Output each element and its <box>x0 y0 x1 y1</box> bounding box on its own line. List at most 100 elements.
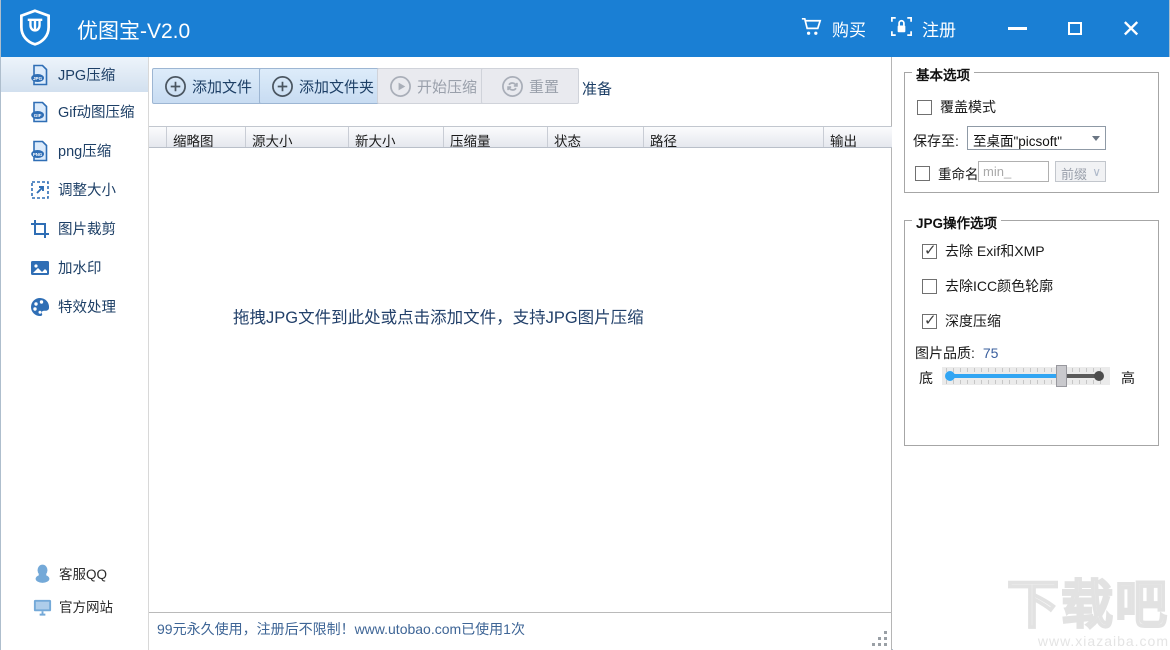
add-file-button[interactable]: 添加文件 <box>152 68 264 104</box>
column-header-source-size[interactable]: 源大小 <box>246 127 349 147</box>
sidebar-item-gif-compress[interactable]: GIF Gif动图压缩 <box>1 92 148 131</box>
deep-compress-checkbox[interactable] <box>922 314 937 329</box>
maximize-icon <box>1068 22 1082 35</box>
plus-circle-icon <box>271 75 294 98</box>
buy-label: 购买 <box>832 16 866 41</box>
rename-checkbox[interactable] <box>915 166 930 181</box>
sidebar-item-png-compress[interactable]: PNG png压缩 <box>1 131 148 170</box>
column-header-compression[interactable]: 压缩量 <box>444 127 548 147</box>
start-compress-button[interactable]: 开始压缩 <box>377 68 489 104</box>
crop-icon <box>29 218 51 240</box>
sidebar-item-official-website[interactable]: 官方网站 <box>1 590 149 622</box>
app-logo-shield-icon <box>15 8 55 48</box>
buy-button[interactable]: 购买 <box>799 0 866 57</box>
watermark-url: www.xiazaiba.com <box>1007 634 1169 648</box>
sidebar-item-label: 调整大小 <box>58 179 116 200</box>
remove-icc-label: 去除ICC颜色轮廓 <box>945 276 1053 296</box>
sidebar-item-label: 特效处理 <box>58 296 116 317</box>
slider-filled-track <box>950 374 1060 378</box>
rename-row: 重命名 <box>915 163 979 183</box>
deep-compress-row: 深度压缩 <box>922 311 1001 331</box>
sidebar-item-qq-support[interactable]: 客服QQ <box>1 557 149 589</box>
rename-mode-dropdown[interactable]: 前缀 ∨ <box>1055 161 1106 182</box>
palette-icon <box>29 296 51 318</box>
column-header-new-size[interactable]: 新大小 <box>349 127 444 147</box>
slider-low-label: 底 <box>919 368 933 388</box>
overwrite-checkbox[interactable] <box>917 100 932 115</box>
slider-handle[interactable] <box>1056 365 1067 387</box>
app-title: 优图宝-V2.0 <box>77 15 190 45</box>
minimize-icon <box>1008 27 1027 30</box>
sidebar-footer-label: 客服QQ <box>59 563 107 583</box>
slider-ticks <box>946 380 1106 384</box>
options-panel: 基本选项 覆盖模式 保存至: 至桌面"picsoft" 重命名 前缀 ∨ <box>893 57 1170 650</box>
reset-button[interactable]: 重置 <box>481 68 579 104</box>
quality-label: 图片品质: <box>915 343 975 363</box>
jpg-options-title: JPG操作选项 <box>912 212 1001 232</box>
rename-input[interactable] <box>978 161 1049 182</box>
svg-text:GIF: GIF <box>34 112 42 117</box>
start-compress-label: 开始压缩 <box>417 76 477 97</box>
maximize-button[interactable] <box>1053 0 1097 57</box>
slider-right-dot <box>1094 371 1104 381</box>
drop-zone-hint[interactable]: 拖拽JPG文件到此处或点击添加文件，支持JPG图片压缩 <box>233 304 644 328</box>
statusbar-divider <box>149 612 892 613</box>
qq-icon <box>32 563 53 584</box>
column-header-status[interactable]: 状态 <box>548 127 644 147</box>
watermark-image-icon <box>29 257 51 279</box>
slider-high-label: 高 <box>1121 368 1135 388</box>
play-circle-icon <box>389 75 412 98</box>
remove-exif-checkbox[interactable] <box>922 244 937 259</box>
register-button[interactable]: 注册 <box>889 0 956 57</box>
sidebar-footer-label: 官方网站 <box>59 596 113 616</box>
rename-label: 重命名 <box>938 163 979 183</box>
quality-value: 75 <box>983 345 999 361</box>
gif-file-icon: GIF <box>29 101 51 123</box>
main-area: 添加文件 添加文件夹 开始压缩 重置 准备 缩略图 源大小 新大小 压缩量 <box>149 57 892 650</box>
plus-circle-icon <box>164 75 187 98</box>
titlebar: 优图宝-V2.0 购买 注册 ✕ <box>1 0 1169 57</box>
slider-left-dot <box>945 371 955 381</box>
column-header-thumbnail[interactable]: 缩略图 <box>167 127 246 147</box>
add-folder-button[interactable]: 添加文件夹 <box>259 68 386 104</box>
remove-exif-label: 去除 Exif和XMP <box>945 241 1045 261</box>
remove-icc-checkbox[interactable] <box>922 279 937 294</box>
remove-exif-row: 去除 Exif和XMP <box>922 241 1045 261</box>
jpg-options-group: JPG操作选项 去除 Exif和XMP 去除ICC颜色轮廓 深度压缩 图片品质:… <box>904 220 1159 446</box>
remove-icc-row: 去除ICC颜色轮廓 <box>922 276 1053 296</box>
register-lock-icon <box>889 14 914 44</box>
column-header-output[interactable]: 输出 <box>824 127 892 147</box>
quality-slider[interactable] <box>942 367 1110 385</box>
jpg-file-icon: JPG <box>29 64 51 86</box>
basic-options-title: 基本选项 <box>912 64 974 84</box>
close-button[interactable]: ✕ <box>1105 0 1157 57</box>
chevron-down-icon: ∨ <box>1092 165 1101 179</box>
sidebar-item-label: 加水印 <box>58 257 102 278</box>
resize-grip[interactable] <box>873 631 887 645</box>
sidebar-item-effects[interactable]: 特效处理 <box>1 287 148 326</box>
add-folder-label: 添加文件夹 <box>299 76 374 97</box>
column-header-path[interactable]: 路径 <box>644 127 824 147</box>
save-to-label: 保存至: <box>913 131 959 151</box>
sidebar-item-jpg-compress[interactable]: JPG JPG压缩 <box>1 57 148 92</box>
add-file-label: 添加文件 <box>192 76 252 97</box>
column-header-blank[interactable] <box>149 127 167 147</box>
quality-slider-row: 底 高 <box>905 367 1160 387</box>
cart-icon <box>799 14 824 44</box>
sidebar: JPG JPG压缩 GIF Gif动图压缩 PNG png压缩 调整大小 <box>1 57 149 650</box>
save-to-dropdown[interactable]: 至桌面"picsoft" <box>967 126 1106 150</box>
basic-options-group: 基本选项 覆盖模式 保存至: 至桌面"picsoft" 重命名 前缀 ∨ <box>904 72 1159 193</box>
sidebar-item-resize[interactable]: 调整大小 <box>1 170 148 209</box>
overwrite-mode-row: 覆盖模式 <box>917 97 996 117</box>
minimize-button[interactable] <box>995 0 1039 57</box>
svg-text:JPG: JPG <box>33 75 43 80</box>
sidebar-item-crop[interactable]: 图片裁剪 <box>1 209 148 248</box>
app-window: 优图宝-V2.0 购买 注册 ✕ <box>0 0 1170 650</box>
deep-compress-label: 深度压缩 <box>945 311 1001 331</box>
save-to-row: 保存至: <box>913 131 959 151</box>
svg-text:PNG: PNG <box>33 151 43 156</box>
quality-row: 图片品质: 75 <box>915 343 998 363</box>
overwrite-label: 覆盖模式 <box>940 97 996 117</box>
watermark-title: 下载吧 <box>1007 580 1169 632</box>
sidebar-item-watermark[interactable]: 加水印 <box>1 248 148 287</box>
